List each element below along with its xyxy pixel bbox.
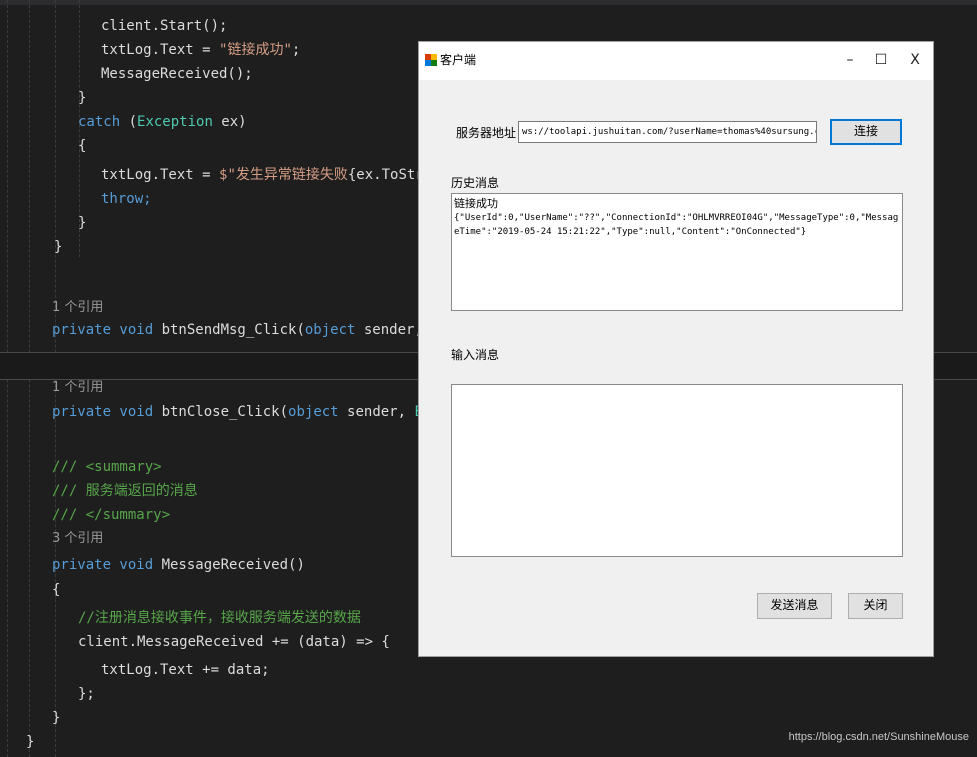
code-line-append[interactable]: txtLog.Text += data; (101, 658, 270, 682)
history-log-textbox[interactable]: 链接成功 {"UserId":0,"UserName":"??","Connec… (451, 193, 903, 311)
app-icon (425, 54, 437, 66)
method-received-signature[interactable]: private void MessageReceived() (52, 553, 305, 577)
code-line-6[interactable]: { (78, 134, 86, 158)
reference-count[interactable]: 3 个引用 (52, 527, 103, 551)
code-comment: //注册消息接收事件，接收服务端发送的数据 (78, 610, 361, 626)
code-brace[interactable]: } (52, 706, 60, 730)
reference-count[interactable]: 1 个引用 (52, 296, 103, 320)
message-input[interactable] (451, 384, 903, 557)
minimize-button[interactable]: – (835, 50, 865, 70)
dialog-title: 客户端 (440, 53, 477, 67)
close-window-button[interactable]: X (900, 50, 930, 70)
connect-button[interactable]: 连接 (830, 119, 902, 145)
server-url-input[interactable]: ws://toolapi.jushuitan.com/?userName=tho… (518, 121, 817, 143)
dialog-titlebar[interactable]: 客户端 – ☐ X (419, 42, 933, 80)
code-line-2[interactable]: txtLog.Text = "链接成功"; (101, 38, 300, 62)
doc-comment: /// 服务端返回的消息 (52, 483, 198, 499)
code-line-4[interactable]: } (78, 86, 86, 110)
history-label: 历史消息 (451, 176, 500, 190)
editor-top-strip (0, 0, 977, 5)
history-line: {"UserId":0,"UserName":"??","ConnectionI… (454, 213, 899, 237)
code-line-1[interactable]: client.Start(); (101, 14, 227, 38)
history-line: 链接成功 (454, 197, 498, 210)
code-line-5[interactable]: catch (Exception ex) (78, 110, 247, 134)
code-brace[interactable]: } (26, 730, 34, 754)
doc-comment: /// <summary> (52, 459, 162, 475)
code-line-event[interactable]: client.MessageReceived += (data) => { (78, 630, 390, 654)
code-line-10[interactable]: } (54, 235, 62, 259)
reference-count[interactable]: 1 个引用 (52, 376, 103, 400)
maximize-button[interactable]: ☐ (866, 50, 896, 70)
code-brace[interactable]: { (52, 578, 60, 602)
input-label: 输入消息 (451, 348, 500, 362)
close-button[interactable]: 关闭 (848, 593, 903, 619)
code-line-close-lambda[interactable]: }; (78, 682, 95, 706)
doc-comment: /// </summary> (52, 507, 171, 523)
send-message-button[interactable]: 发送消息 (757, 593, 832, 619)
server-address-label: 服务器地址 (456, 126, 517, 140)
watermark-url: https://blog.csdn.net/SunshineMouse (788, 731, 969, 743)
client-dialog[interactable]: 客户端 – ☐ X 服务器地址 ws://toolapi.jushuitan.c… (418, 41, 934, 657)
code-line-8[interactable]: throw; (101, 187, 152, 211)
code-line-9[interactable]: } (78, 211, 86, 235)
code-line-3[interactable]: MessageReceived(); (101, 62, 253, 86)
